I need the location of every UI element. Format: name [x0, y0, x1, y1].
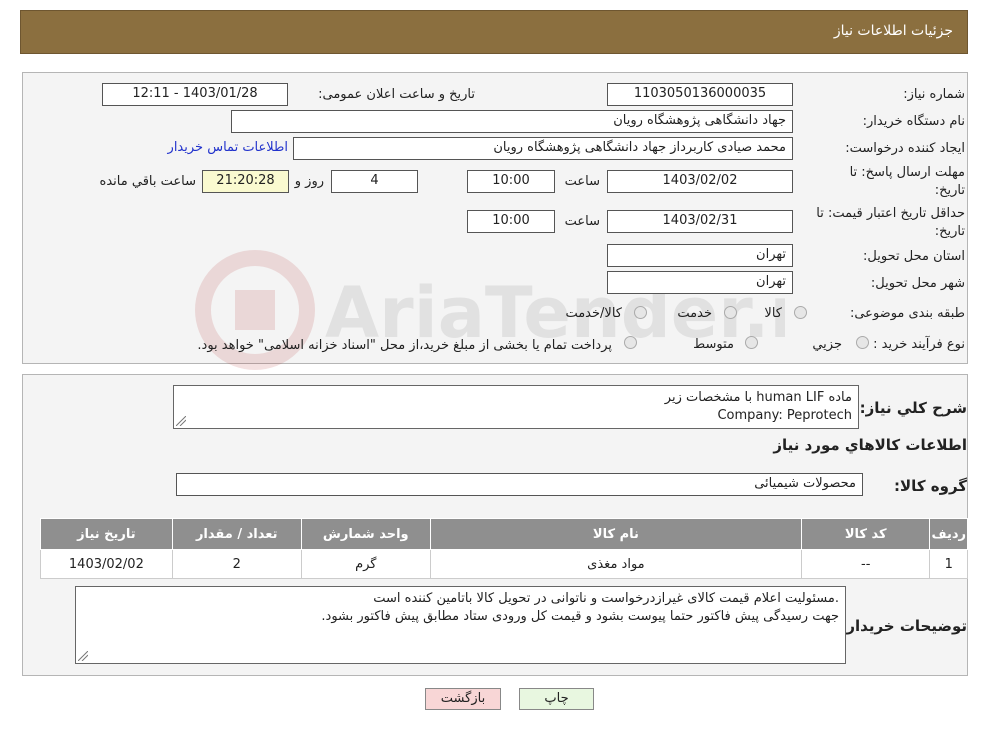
goods-info-title: اطلاعات كالاهاي مورد نياز: [773, 436, 967, 454]
col-need-date: تاریخ نیاز: [40, 518, 173, 550]
announce-label: تاریخ و ساعت اعلان عمومی:: [318, 87, 475, 102]
col-unit: واحد شمارش: [300, 518, 431, 550]
cell-row-number: 1: [929, 549, 968, 579]
col-item-name: نام کالا: [429, 518, 802, 550]
category-option-goods-service: کالا/خدمت: [565, 306, 622, 321]
creator-label: ایجاد کننده درخواست:: [845, 141, 965, 156]
deadline-days-label: روز و: [294, 174, 324, 189]
category-option-goods: کالا: [764, 306, 782, 321]
summary-textarea[interactable]: ماده human LIF با مشخصات زیر Company: Pe…: [173, 385, 859, 429]
category-radio-goods-service[interactable]: [634, 306, 647, 319]
goods-group-label: گروه کالا:: [894, 477, 967, 495]
city-field: تهران: [607, 271, 793, 294]
validity-label-line2: تاریخ:: [934, 224, 965, 239]
province-field: تهران: [607, 244, 793, 267]
goods-table: ردیف کد کالا نام کالا واحد شمارش تعداد /…: [40, 518, 968, 579]
page-header: جزئیات اطلاعات نیاز: [20, 10, 968, 54]
validity-time-label: ساعت: [564, 214, 600, 229]
category-radio-goods[interactable]: [794, 306, 807, 319]
purchase-radio-treasury[interactable]: [624, 336, 637, 349]
deadline-time-field: 10:00: [467, 170, 555, 193]
deadline-days-field: 4: [331, 170, 418, 193]
buyer-notes-label: توضیحات خریدار:: [840, 617, 967, 635]
cell-unit: گرم: [300, 549, 431, 579]
col-row-number: ردیف: [929, 518, 968, 550]
cell-need-date: 1403/02/02: [40, 549, 173, 579]
goods-group-field: محصولات شیمیائی: [176, 473, 863, 496]
need-number-field: 1103050136000035: [607, 83, 793, 106]
purchase-type-label: نوع فرآیند خرید :: [873, 337, 965, 352]
validity-date-field: 1403/02/31: [607, 210, 793, 233]
buyer-notes-line2: جهت رسیدگی پیش فاکتور حتما پیوست بشود و …: [321, 609, 839, 624]
purchase-option-small: جزیي: [812, 337, 842, 352]
buyer-notes-line1: .مسئولیت اعلام قیمت کالای غیرازدرخواست و…: [373, 591, 839, 606]
need-number-label: شماره نیاز:: [903, 87, 965, 102]
col-item-code: کد کالا: [800, 518, 931, 550]
summary-line1: ماده human LIF با مشخصات زیر: [664, 390, 852, 405]
resize-grip-icon[interactable]: [176, 416, 186, 426]
summary-line2: Company: Peprotech: [717, 408, 852, 423]
buyer-org-field: جهاد دانشگاهی پژوهشگاه رویان: [231, 110, 793, 133]
remaining-time-label: ساعت باقي مانده: [99, 174, 196, 189]
goods-table-header-row: ردیف کد کالا نام کالا واحد شمارش تعداد /…: [40, 518, 968, 550]
validity-label-line1: حداقل تاریخ اعتبار قیمت: تا: [816, 206, 965, 221]
buyer-contact-link[interactable]: اطلاعات تماس خریدار: [168, 140, 288, 155]
page-title: جزئیات اطلاعات نیاز: [833, 23, 953, 39]
resize-grip-icon[interactable]: [78, 651, 88, 661]
province-label: استان محل تحویل:: [863, 249, 965, 264]
print-button[interactable]: چاپ: [519, 688, 594, 710]
purchase-radio-small[interactable]: [856, 336, 869, 349]
cell-item-name: مواد مغذی: [429, 549, 802, 579]
validity-time-field: 10:00: [467, 210, 555, 233]
buyer-notes-textarea[interactable]: .مسئولیت اعلام قیمت کالای غیرازدرخواست و…: [75, 586, 846, 664]
cell-item-code: --: [800, 549, 931, 579]
purchase-treasury-note: پرداخت تمام یا بخشی از مبلغ خرید،از محل …: [197, 338, 612, 353]
purchase-radio-medium[interactable]: [745, 336, 758, 349]
announce-field: 1403/01/28 - 12:11: [102, 83, 288, 106]
summary-label: شرح كلي نياز:: [859, 399, 967, 417]
purchase-option-medium: متوسط: [693, 337, 734, 352]
deadline-label-line2: تاریخ:: [934, 183, 965, 198]
deadline-label-line1: مهلت ارسال پاسخ: تا: [849, 165, 965, 180]
back-button[interactable]: بازگشت: [425, 688, 501, 710]
category-radio-service[interactable]: [724, 306, 737, 319]
deadline-date-field: 1403/02/02: [607, 170, 793, 193]
category-option-service: خدمت: [677, 306, 712, 321]
buyer-org-label: نام دستگاه خریدار:: [862, 114, 965, 129]
table-row[interactable]: 1 -- مواد مغذی گرم 2 1403/02/02: [40, 549, 968, 579]
city-label: شهر محل تحویل:: [870, 276, 965, 291]
col-quantity: تعداد / مقدار: [171, 518, 302, 550]
deadline-time-label: ساعت: [564, 174, 600, 189]
cell-quantity: 2: [171, 549, 302, 579]
creator-field: محمد صیادی کاربرداز جهاد دانشگاهی پژوهشگ…: [293, 137, 793, 160]
category-label: طبقه بندی موضوعی:: [849, 306, 965, 321]
remaining-time-field: 21:20:28: [202, 170, 289, 193]
